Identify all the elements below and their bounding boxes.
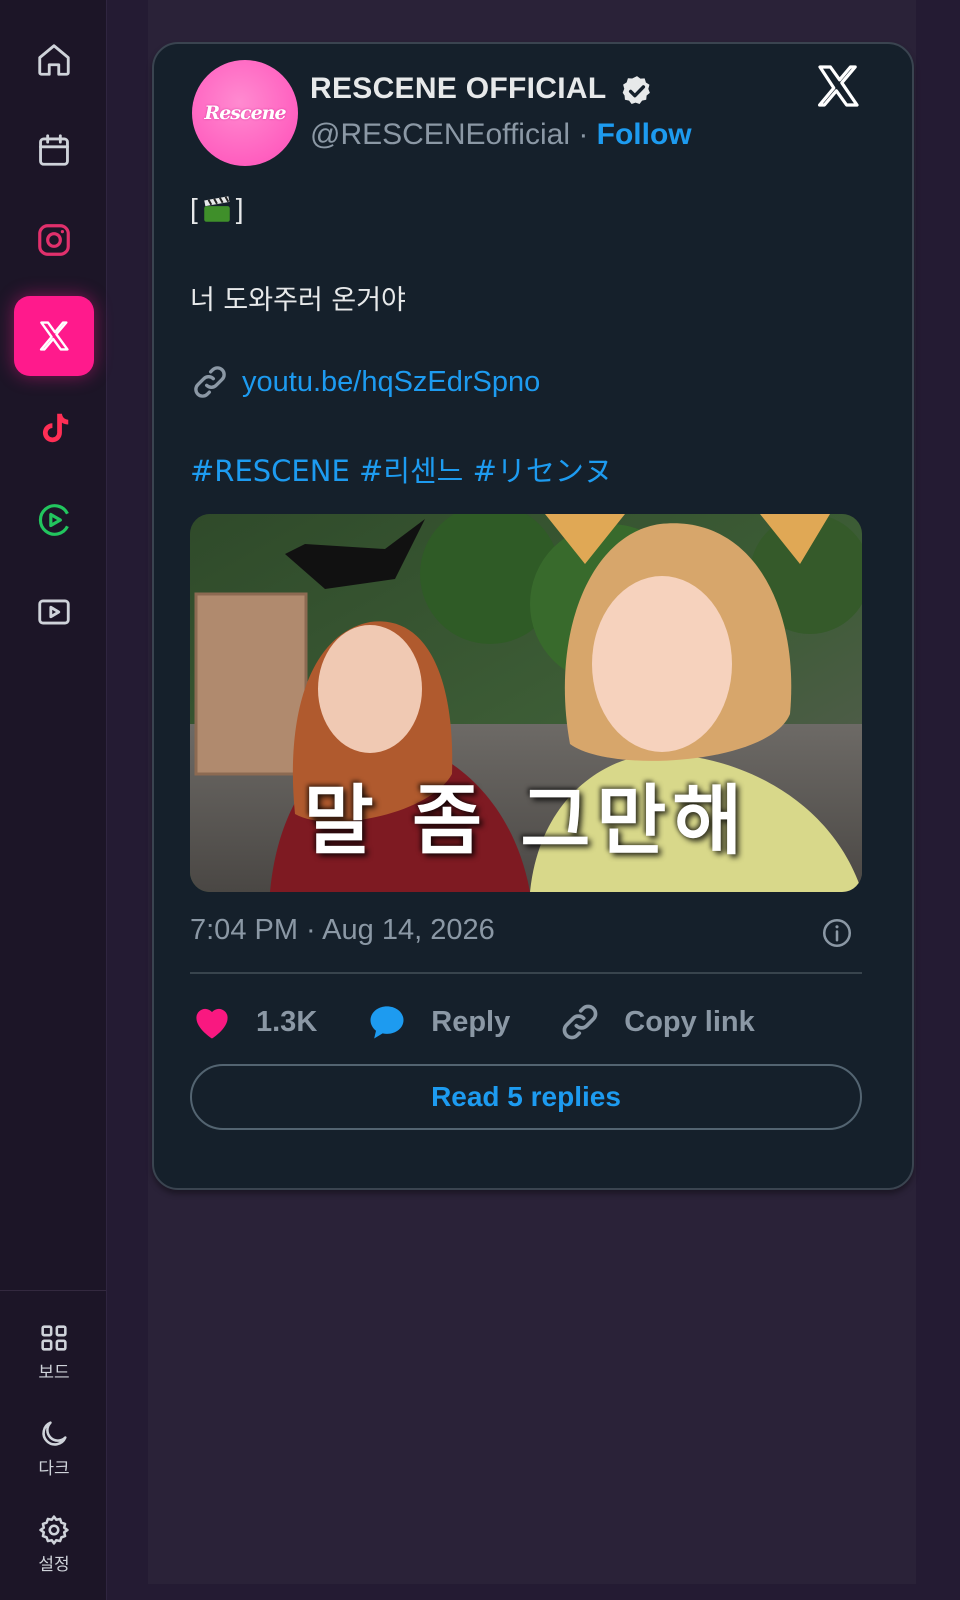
like-count: 1.3K: [256, 1005, 318, 1038]
hashtag-2[interactable]: #리센느: [359, 454, 463, 488]
nav-video-button[interactable]: [14, 572, 94, 652]
follow-link[interactable]: Follow: [597, 118, 692, 151]
media-caption: 말 좀 그만해: [303, 776, 749, 865]
timestamp[interactable]: 7:04 PM · Aug 14, 2026: [190, 914, 495, 947]
tweet-card: Rescene RESCENE OFFICIAL @RESCENEofficia…: [152, 42, 914, 1190]
tweet-emoji-line: [ ]: [190, 192, 244, 226]
handle[interactable]: @RESCENEofficial: [310, 118, 570, 151]
x-icon: [39, 321, 69, 351]
instagram-icon: [38, 224, 70, 256]
divider: [190, 972, 862, 974]
heart-icon: [196, 1008, 228, 1039]
hashtag-1[interactable]: #RESCENE: [190, 454, 350, 488]
hashtag-3[interactable]: #リセンヌ: [473, 454, 613, 488]
media-thumbnail[interactable]: 말 좀 그만해: [190, 514, 862, 892]
settings-label: 설정: [38, 1555, 70, 1575]
reply-label: Reply: [431, 1005, 511, 1038]
info-icon[interactable]: [820, 916, 854, 950]
gear-icon: [39, 1515, 69, 1545]
grid-icon: [41, 1325, 67, 1351]
avatar[interactable]: Rescene: [192, 60, 298, 166]
nav-playlist-button[interactable]: [14, 480, 94, 560]
board-button[interactable]: 보드: [14, 1310, 94, 1394]
home-icon: [38, 44, 70, 76]
clapper-board-icon: [204, 196, 230, 222]
tiktok-icon: [42, 413, 69, 443]
sidebar-divider: [0, 1290, 106, 1291]
tweet-text-line: 너 도와주러 온거야: [190, 285, 406, 316]
tweet-link[interactable]: youtu.be/hqSzEdrSpno: [190, 362, 540, 402]
nav-home-button[interactable]: [14, 20, 94, 100]
nav-tiktok-button[interactable]: [14, 388, 94, 468]
copy-link-button[interactable]: Copy link: [558, 1000, 755, 1044]
calendar-icon: [39, 134, 69, 166]
play-circle-icon: [38, 504, 69, 536]
verified-badge-icon: [622, 76, 650, 105]
moon-icon: [42, 1421, 67, 1446]
copy-link-label: Copy link: [624, 1005, 755, 1038]
speech-bubble-icon: [370, 1006, 404, 1039]
avatar-logo: Rescene: [204, 102, 286, 124]
sidebar: 보드 다크 설정: [0, 0, 107, 1600]
link-icon: [194, 366, 226, 398]
settings-button[interactable]: 설정: [14, 1502, 94, 1586]
link-icon: [562, 1004, 598, 1040]
bracket-open: [: [190, 193, 198, 224]
nav-instagram-button[interactable]: [14, 200, 94, 280]
handle-separator: ·: [569, 118, 597, 151]
like-button[interactable]: 1.3K: [190, 1000, 317, 1044]
x-logo-icon[interactable]: [814, 62, 862, 110]
board-label: 보드: [38, 1363, 70, 1383]
display-name[interactable]: RESCENE OFFICIAL: [310, 72, 606, 106]
link-text: youtu.be/hqSzEdrSpno: [242, 365, 541, 398]
dark-mode-button[interactable]: 다크: [14, 1406, 94, 1490]
dark-label: 다크: [38, 1459, 70, 1479]
hashtags: #RESCENE #리센느 #リセンヌ: [190, 448, 613, 490]
tweet-actions: 1.3K Reply Copy link: [190, 994, 803, 1050]
bracket-close: ]: [235, 193, 244, 224]
video-icon: [38, 599, 70, 625]
nav-calendar-button[interactable]: [14, 110, 94, 190]
read-replies-button[interactable]: Read 5 replies: [190, 1064, 862, 1130]
reply-button[interactable]: Reply: [365, 1000, 510, 1044]
handle-line: @RESCENEofficial · Follow: [310, 118, 692, 152]
nav-x-button[interactable]: [14, 296, 94, 376]
